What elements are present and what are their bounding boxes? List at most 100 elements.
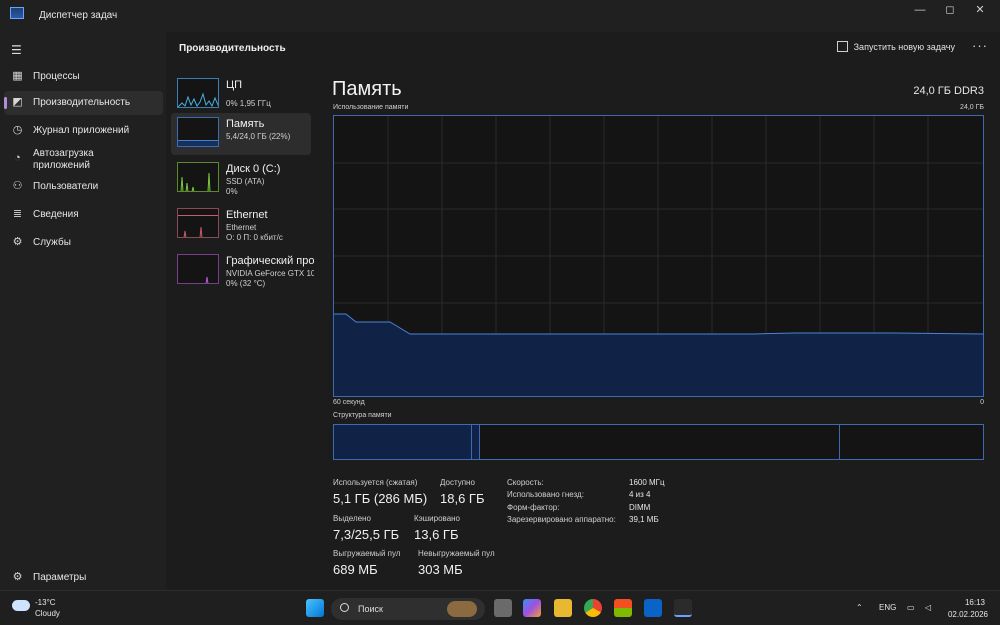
- sidebar-item-services[interactable]: ⚙ Службы: [4, 231, 163, 255]
- device-info: NVIDIA GeForce GTX 10: [226, 269, 314, 278]
- weather-condition[interactable]: Cloudy: [35, 609, 60, 618]
- maximize-button[interactable]: ◻: [935, 2, 965, 18]
- sidebar-item-label: Производительность: [33, 97, 131, 108]
- device-usage: 0%: [226, 187, 238, 196]
- details-icon: ≣: [12, 208, 23, 220]
- speed-value: 1600 МГц: [629, 478, 665, 487]
- sidebar-nav: ☰ ▦ Процессы ◩ Производительность ◷ Журн…: [0, 32, 166, 590]
- run-task-icon: [836, 41, 848, 52]
- clock-time[interactable]: 16:13: [965, 598, 985, 607]
- device-name: ЦП: [226, 79, 243, 91]
- memory-total-type: 24,0 ГБ DDR3: [913, 85, 984, 97]
- composition-in-use: [334, 425, 472, 459]
- windows-start-icon[interactable]: [306, 599, 324, 617]
- device-throughput: О: 0 П: 0 кбит/с: [226, 233, 283, 242]
- clock-date[interactable]: 02.02.2026: [948, 610, 988, 619]
- device-info: Ethernet: [226, 223, 257, 232]
- available-label: Доступно: [440, 478, 475, 487]
- device-name: Ethernet: [226, 209, 268, 221]
- taskbar: -13°C Cloudy Поиск ⌃ ENG ▭ ◁ 16:13 02.02…: [0, 590, 1000, 625]
- startup-icon: ◔: [14, 152, 21, 164]
- memory-usage-graph: [333, 115, 984, 397]
- sidebar-item-label: Службы: [33, 237, 71, 248]
- memory-composition-bar: [333, 424, 984, 460]
- search-icon: [340, 603, 349, 612]
- sidebar-item-label: Автозагрузка приложений: [33, 148, 94, 171]
- sidebar-item-details[interactable]: ≣ Сведения: [4, 203, 163, 227]
- language-indicator[interactable]: ENG: [879, 603, 896, 612]
- device-list: ЦП 0% 1,95 ГГц Память 5,4/24,0 ГБ (22%) …: [166, 66, 316, 590]
- weather-temperature[interactable]: -13°C: [35, 598, 56, 607]
- sidebar-item-label: Сведения: [33, 209, 79, 220]
- device-name: Диск 0 (C:): [226, 163, 281, 175]
- processes-icon: ▦: [12, 70, 23, 82]
- chrome-icon[interactable]: [584, 599, 602, 617]
- device-info: 5,4/24,0 ГБ (22%): [226, 132, 291, 141]
- time-window-label: 60 секунд: [333, 399, 365, 406]
- task-manager-taskbar-icon[interactable]: [674, 599, 692, 617]
- hardware-reserved-label: Зарезервировано аппаратно:: [507, 515, 616, 524]
- committed-value: 7,3/25,5 ГБ: [333, 527, 400, 542]
- device-cpu[interactable]: ЦП 0% 1,95 ГГц: [171, 74, 311, 116]
- page-header: Производительность Запустить новую задач…: [166, 32, 1000, 66]
- composition-free: [840, 425, 983, 459]
- run-new-task-label: Запустить новую задачу: [853, 41, 955, 52]
- copilot-icon[interactable]: [523, 599, 541, 617]
- nonpaged-pool-value: 303 МБ: [418, 562, 463, 577]
- run-new-task-button[interactable]: Запустить новую задачу: [836, 41, 955, 52]
- settings-label: Параметры: [33, 572, 87, 583]
- microsoft-store-icon[interactable]: [614, 599, 632, 617]
- composition-standby: [480, 425, 840, 459]
- taskbar-search[interactable]: Поиск: [331, 598, 485, 620]
- services-icon: ⚙: [12, 236, 23, 248]
- device-disk[interactable]: Диск 0 (C:) SSD (ATA) 0%: [171, 158, 311, 200]
- file-explorer-icon[interactable]: [554, 599, 572, 617]
- device-memory[interactable]: Память 5,4/24,0 ГБ (22%): [171, 113, 311, 155]
- memory-thumbnail-graph: [177, 117, 219, 147]
- device-gpu[interactable]: Графический про NVIDIA GeForce GTX 10 0%…: [171, 250, 314, 292]
- task-view-icon[interactable]: [494, 599, 512, 617]
- sidebar-item-app-history[interactable]: ◷ Журнал приложений: [4, 119, 163, 143]
- memory-usage-max-label: 24,0 ГБ: [960, 104, 984, 111]
- device-usage: 0% (32 °C): [226, 279, 266, 288]
- close-button[interactable]: ✕: [965, 2, 995, 18]
- disk-thumbnail-graph: [177, 162, 219, 192]
- memory-composition-label: Структура памяти: [333, 412, 392, 419]
- search-label: Поиск: [358, 604, 383, 614]
- device-name: Графический про: [226, 255, 314, 267]
- in-use-label: Используется (сжатая): [333, 478, 418, 487]
- window-title: Диспетчер задач: [39, 10, 118, 21]
- memory-usage-label: Использование памяти: [333, 104, 409, 111]
- cloud-icon[interactable]: [12, 600, 30, 611]
- network-icon[interactable]: ▭: [907, 603, 915, 612]
- sidebar-item-label: Пользователи: [33, 181, 99, 192]
- search-highlight-icon: [447, 601, 477, 617]
- slots-used-value: 4 из 4: [629, 490, 651, 499]
- sidebar-item-users[interactable]: ⚇ Пользователи: [4, 175, 163, 199]
- more-options-button[interactable]: ···: [972, 38, 988, 53]
- cpu-thumbnail-graph: [177, 78, 219, 108]
- sidebar-item-performance[interactable]: ◩ Производительность: [4, 91, 163, 115]
- hardware-reserved-value: 39,1 МБ: [629, 515, 659, 524]
- nonpaged-pool-label: Невыгружаемый пул: [418, 549, 495, 558]
- device-ethernet[interactable]: Ethernet Ethernet О: 0 П: 0 кбит/с: [171, 204, 311, 246]
- hamburger-menu-icon[interactable]: ☰: [11, 43, 22, 57]
- volume-icon[interactable]: ◁: [925, 603, 931, 612]
- paged-pool-value: 689 МБ: [333, 562, 378, 577]
- device-info: SSD (ATA): [226, 177, 265, 186]
- time-zero-label: 0: [980, 399, 984, 406]
- page-title: Производительность: [179, 43, 286, 54]
- slots-used-label: Использовано гнезд:: [507, 490, 584, 499]
- settings-button[interactable]: ⚙ Параметры: [4, 566, 163, 586]
- sidebar-item-startup[interactable]: ◔ Автозагрузка приложений: [4, 147, 163, 171]
- memory-title: Память: [332, 78, 402, 100]
- chevron-up-icon[interactable]: ⌃: [856, 603, 863, 612]
- minimize-button[interactable]: —: [905, 2, 935, 18]
- speed-label: Скорость:: [507, 478, 544, 487]
- gear-icon: ⚙: [12, 571, 23, 583]
- composition-modified: [472, 425, 480, 459]
- outlook-icon[interactable]: [644, 599, 662, 617]
- performance-icon: ◩: [12, 96, 23, 108]
- title-bar: Диспетчер задач — ◻ ✕: [0, 0, 1000, 32]
- sidebar-item-processes[interactable]: ▦ Процессы: [4, 65, 163, 89]
